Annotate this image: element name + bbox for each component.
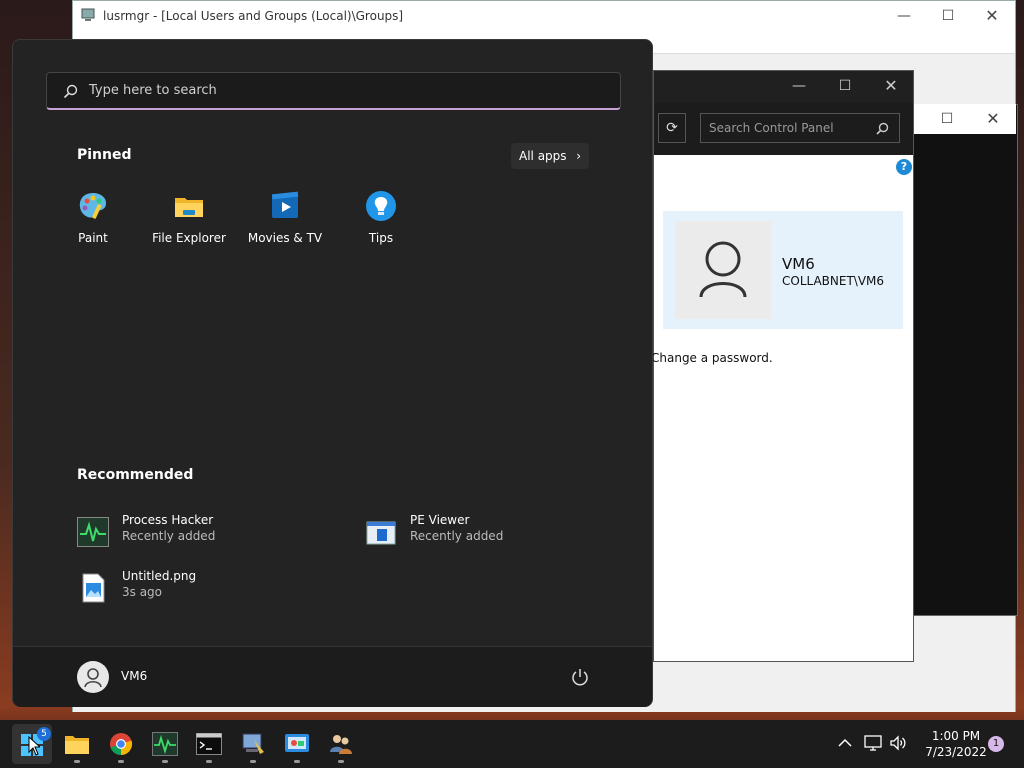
lightbulb-icon bbox=[366, 191, 396, 221]
refresh-button[interactable]: ⟳ bbox=[658, 113, 686, 143]
taskbar-clock[interactable]: 1:00 PM 7/23/2022 bbox=[920, 728, 992, 760]
mouse-cursor-icon bbox=[28, 736, 40, 756]
taskbar-chrome-icon[interactable] bbox=[108, 732, 134, 756]
recommended-item-name: Process Hacker bbox=[122, 513, 214, 527]
taskbar: 5 1:00 PM 7/23/2022 1 bbox=[0, 720, 1024, 768]
start-menu: Type here to search Pinned All apps › Pa… bbox=[12, 39, 653, 707]
running-indicator bbox=[162, 760, 168, 763]
minimize-button[interactable]: — bbox=[881, 1, 927, 31]
running-indicator bbox=[294, 760, 300, 763]
refresh-icon: ⟳ bbox=[666, 120, 678, 136]
all-apps-label: All apps bbox=[519, 149, 567, 163]
control-panel-address-bar: ⟳ Search Control Panel bbox=[654, 103, 913, 155]
pinned-app-tips[interactable]: Tips bbox=[333, 190, 429, 245]
recommended-item-name: PE Viewer bbox=[410, 513, 470, 527]
taskbar-terminal-icon[interactable] bbox=[196, 732, 222, 756]
clock-date: 7/23/2022 bbox=[925, 745, 987, 759]
network-icon[interactable] bbox=[864, 735, 882, 751]
cp-close-button[interactable]: ✕ bbox=[868, 71, 914, 101]
running-indicator bbox=[338, 760, 344, 763]
recommended-item-subtitle: 3s ago bbox=[122, 585, 163, 599]
console-window bbox=[900, 104, 1018, 616]
paint-icon bbox=[79, 193, 106, 219]
console-titlebar: ☐ ✕ bbox=[900, 104, 1016, 134]
taskbar-users-icon[interactable] bbox=[328, 732, 354, 756]
pinned-app-label: Movies & TV bbox=[247, 231, 323, 245]
recommended-item-name: Untitled.png bbox=[122, 569, 197, 583]
recommended-item-subtitle: Recently added bbox=[122, 529, 216, 543]
folder-icon bbox=[175, 198, 203, 217]
taskbar-control-panel-icon[interactable] bbox=[284, 732, 310, 756]
help-icon[interactable]: ? bbox=[896, 159, 912, 175]
search-icon bbox=[876, 122, 889, 135]
pinned-app-label: File Explorer bbox=[152, 231, 226, 245]
user-account: COLLABNET\VM6 bbox=[782, 274, 885, 288]
computer-management-icon bbox=[81, 8, 95, 21]
user-avatar bbox=[675, 221, 771, 319]
pinned-app-movies-tv[interactable]: Movies & TV bbox=[237, 190, 333, 245]
close-button[interactable]: ✕ bbox=[969, 1, 1015, 31]
pinned-app-paint[interactable]: Paint bbox=[45, 190, 141, 245]
search-placeholder: Search Control Panel bbox=[709, 121, 834, 135]
recommended-item-process-hacker[interactable]: Process Hacker Recently added bbox=[77, 513, 337, 553]
movies-icon bbox=[271, 191, 299, 218]
console-maximize-button[interactable]: ☐ bbox=[924, 104, 970, 134]
running-indicator bbox=[250, 760, 256, 763]
window-title: lusrmgr - [Local Users and Groups (Local… bbox=[103, 9, 404, 23]
running-indicator bbox=[206, 760, 212, 763]
pe-viewer-icon bbox=[366, 521, 396, 545]
user-profile-button[interactable]: VM6 bbox=[77, 661, 237, 693]
user-name: VM6 bbox=[782, 255, 815, 273]
running-indicator bbox=[74, 760, 80, 763]
image-file-icon bbox=[82, 573, 105, 603]
recommended-title: Recommended bbox=[77, 467, 194, 483]
taskbar-file-explorer-icon[interactable] bbox=[64, 732, 90, 756]
taskbar-computer-management-icon[interactable] bbox=[240, 732, 266, 756]
user-account-tile[interactable]: VM6 COLLABNET\VM6 bbox=[663, 211, 903, 329]
pinned-app-label: Paint bbox=[78, 231, 108, 245]
control-panel-titlebar: — ☐ ✕ bbox=[654, 71, 913, 103]
taskbar-process-hacker-icon[interactable] bbox=[152, 732, 178, 756]
pinned-app-file-explorer[interactable]: File Explorer bbox=[141, 190, 237, 245]
search-placeholder: Type here to search bbox=[89, 83, 217, 98]
search-icon bbox=[63, 84, 78, 99]
pinned-app-label: Tips bbox=[368, 231, 394, 245]
recommended-item-untitled-png[interactable]: Untitled.png 3s ago bbox=[77, 569, 337, 609]
pinned-title: Pinned bbox=[77, 147, 132, 163]
recommended-item-subtitle: Recently added bbox=[410, 529, 504, 543]
start-search-input[interactable]: Type here to search bbox=[46, 72, 621, 110]
power-icon[interactable] bbox=[571, 668, 589, 686]
show-hidden-icons-chevron-up-icon[interactable] bbox=[838, 737, 852, 749]
recommended-item-pe-viewer[interactable]: PE Viewer Recently added bbox=[365, 513, 605, 553]
chevron-right-icon: › bbox=[576, 149, 581, 163]
maximize-button[interactable]: ☐ bbox=[925, 1, 971, 31]
start-button[interactable]: 5 bbox=[12, 724, 52, 764]
cp-minimize-button[interactable]: — bbox=[776, 71, 822, 101]
process-hacker-icon bbox=[77, 517, 109, 547]
console-close-button[interactable]: ✕ bbox=[970, 104, 1016, 134]
start-menu-footer: VM6 bbox=[13, 646, 652, 707]
cp-maximize-button[interactable]: ☐ bbox=[822, 71, 868, 101]
user-name: VM6 bbox=[121, 669, 148, 683]
control-panel-search-input[interactable]: Search Control Panel bbox=[700, 113, 900, 143]
running-indicator bbox=[118, 760, 124, 763]
volume-icon[interactable] bbox=[889, 735, 907, 751]
all-apps-button[interactable]: All apps › bbox=[511, 143, 589, 169]
clock-time: 1:00 PM bbox=[931, 729, 981, 743]
control-panel-window: — ☐ ✕ ⟳ Search Control Panel ? VM6 COLLA… bbox=[651, 70, 914, 662]
change-password-link[interactable]: Change a password. bbox=[651, 351, 773, 365]
notification-badge[interactable]: 1 bbox=[988, 736, 1004, 752]
user-avatar-icon bbox=[77, 661, 109, 693]
user-silhouette-icon bbox=[699, 241, 747, 298]
